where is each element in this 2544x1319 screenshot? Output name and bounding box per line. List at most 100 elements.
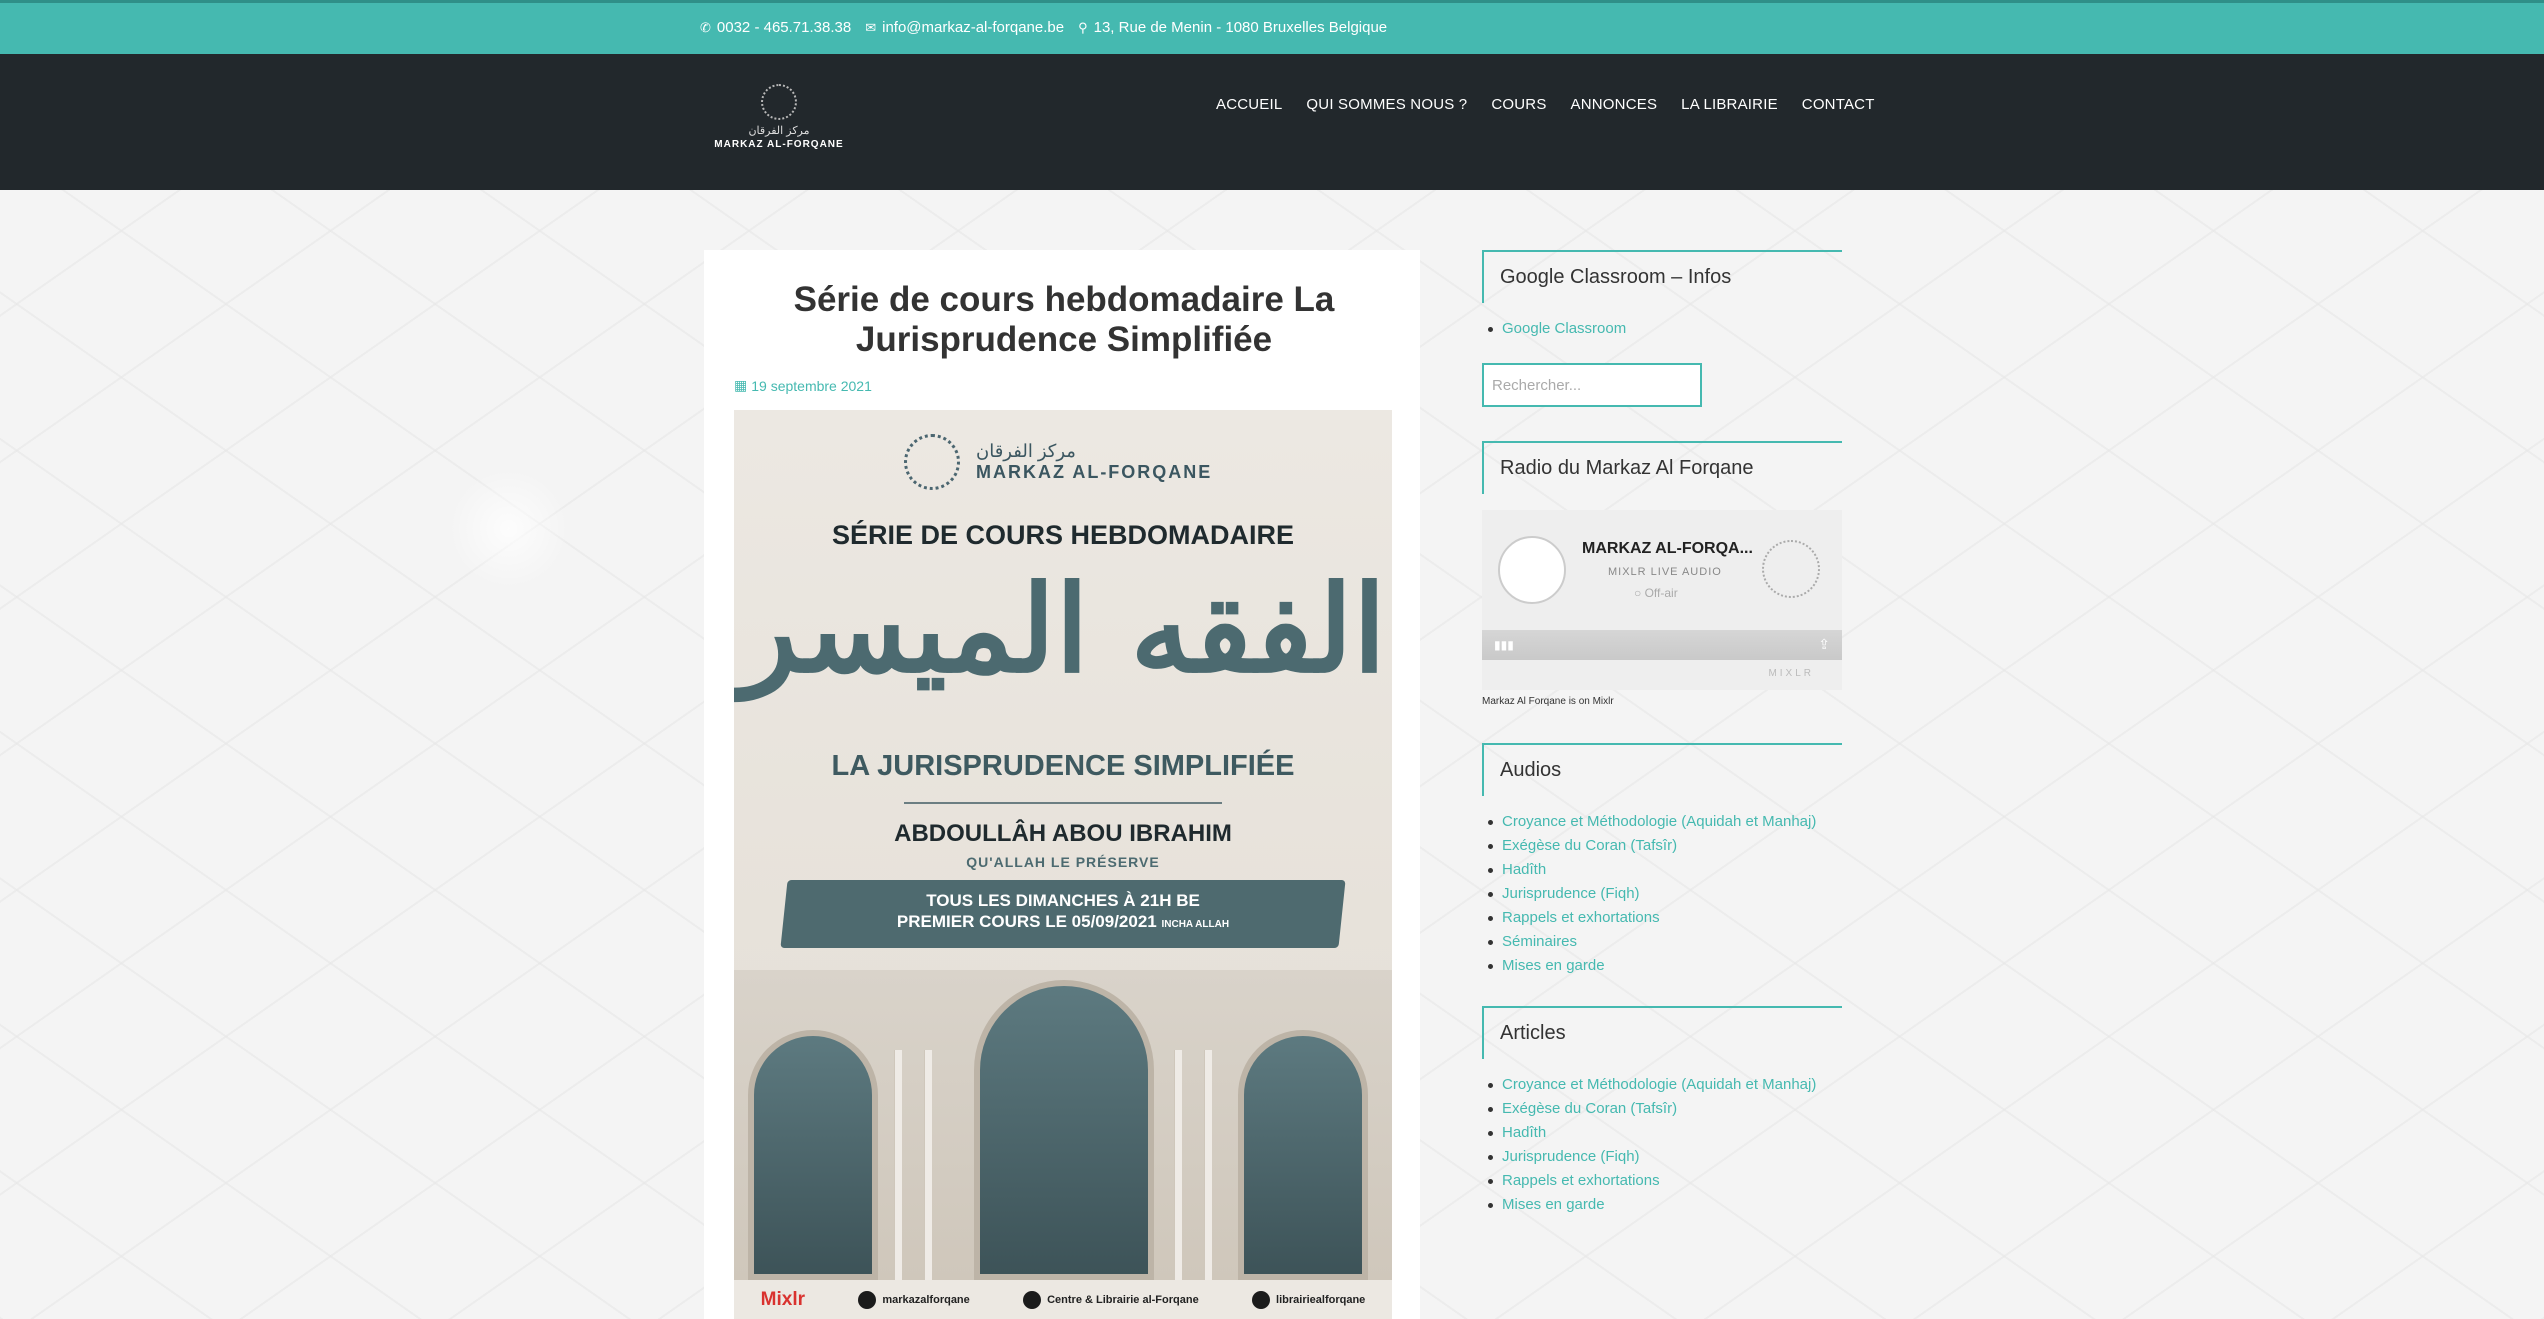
poster-schedule-line2: PREMIER COURS LE 05/09/2021 — [896, 912, 1157, 931]
site-header: مركز الفرقان MARKAZ AL-FORQANE ACCUEIL Q… — [0, 54, 2544, 190]
nav-item-contact[interactable]: CONTACT — [1802, 96, 1875, 113]
articles-item[interactable]: Mises en garde — [1488, 1193, 1842, 1217]
post-date-text: 19 septembre 2021 — [751, 377, 872, 394]
calendar-icon: ▦ — [734, 377, 748, 393]
poster-schedule-note: INCHA ALLAH — [1161, 919, 1230, 930]
main-nav: ACCUEIL QUI SOMMES NOUS ? COURS ANNONCES… — [1216, 96, 1875, 113]
poster-telegram: Centre & Librairie al-Forqane — [1023, 1290, 1199, 1309]
phone-text: 0032 - 465.71.38.38 — [716, 19, 852, 36]
articles-item[interactable]: Exégèse du Coran (Tafsîr) — [1488, 1097, 1842, 1121]
widget-search — [1482, 363, 1842, 407]
player-info: MARKAZ AL-FORQA... MIXLR LIVE AUDIO ○ Of… — [1482, 510, 1842, 630]
poster-facebook: librairiealforqane — [1252, 1290, 1366, 1309]
nav-item-cours[interactable]: COURS — [1491, 96, 1546, 113]
articles-item[interactable]: Croyance et Méthodologie (Aquidah et Man… — [1488, 1073, 1842, 1097]
poster-column — [1174, 1050, 1182, 1280]
poster-schedule-line2-wrap: PREMIER COURS LE 05/09/2021 INCHA ALLAH — [734, 911, 1392, 935]
audios-list: Croyance et Méthodologie (Aquidah et Man… — [1482, 796, 1842, 978]
player-caption[interactable]: Markaz Al Forqane is on Mixlr — [1482, 696, 1842, 707]
poster-door-center — [974, 980, 1154, 1280]
phone-contact[interactable]: ✆ 0032 - 465.71.38.38 — [700, 19, 851, 36]
poster-logo-text: مركز الفرقان MARKAZ AL-FORQANE — [976, 441, 1212, 483]
logo-arabic-text: مركز الفرقان — [748, 125, 810, 137]
envelope-icon: ✉ — [865, 19, 877, 35]
widget-title-articles: Articles — [1482, 1006, 1842, 1059]
map-marker-icon: ⚲ — [1078, 19, 1088, 35]
poster-arches-photo — [734, 970, 1392, 1280]
logo-emblem-icon — [761, 84, 797, 120]
email-contact[interactable]: ✉ info@markaz-al-forqane.be — [865, 19, 1064, 36]
poster-logo-arabic: مركز الفرقان — [976, 441, 1076, 461]
poster-divider — [904, 802, 1222, 804]
nav-item-accueil[interactable]: ACCUEIL — [1216, 96, 1282, 113]
status-circle-icon: ○ — [1634, 586, 1642, 600]
mixlr-player[interactable]: MARKAZ AL-FORQA... MIXLR LIVE AUDIO ○ Of… — [1482, 510, 1842, 690]
audios-item[interactable]: Séminaires — [1488, 930, 1842, 954]
poster-column — [894, 1050, 902, 1280]
audios-item[interactable]: Mises en garde — [1488, 954, 1842, 978]
post-article: Série de cours hebdomadaire La Jurisprud… — [704, 250, 1420, 1319]
poster-twitter-text: markazalforqane — [882, 1293, 970, 1306]
classroom-list: Google Classroom — [1482, 303, 1842, 341]
nav-item-la-librairie[interactable]: LA LIBRAIRIE — [1681, 96, 1778, 113]
sidebar: Google Classroom – Infos Google Classroo… — [1482, 250, 1842, 1217]
telegram-icon — [1023, 1290, 1042, 1309]
post-date[interactable]: ▦ 19 septembre 2021 — [734, 377, 872, 394]
widget-title-classroom: Google Classroom – Infos — [1482, 250, 1842, 303]
poster-door-right — [1238, 1030, 1368, 1280]
poster-emblem-icon — [904, 434, 960, 490]
widget-title-radio: Radio du Markaz Al Forqane — [1482, 441, 1842, 494]
widget-radio: Radio du Markaz Al Forqane MARKAZ AL-FOR… — [1482, 441, 1842, 707]
poster-schedule-line1: TOUS LES DIMANCHES À 21H BE — [926, 891, 1200, 910]
player-brand: MIXLR — [1768, 668, 1814, 679]
widget-articles: Articles Croyance et Méthodologie (Aquid… — [1482, 1006, 1842, 1217]
poster-facebook-text: librairiealforqane — [1276, 1293, 1366, 1306]
articles-item[interactable]: Rappels et exhortations — [1488, 1169, 1842, 1193]
poster-logo-name: MARKAZ AL-FORQANE — [976, 462, 1213, 482]
address-contact: ⚲ 13, Rue de Menin - 1080 Bruxelles Belg… — [1078, 19, 1387, 36]
logo-name-text: MARKAZ AL-FORQANE — [714, 139, 844, 150]
facebook-icon — [1252, 1290, 1271, 1309]
player-title: MARKAZ AL-FORQA... — [1582, 540, 1753, 557]
poster-speaker: ABDOULLÂH ABOU IBRAHIM — [894, 820, 1232, 847]
poster-subtitle: LA JURISPRUDENCE SIMPLIFIÉE — [831, 750, 1295, 782]
search-input[interactable] — [1482, 363, 1702, 407]
nav-item-annonces[interactable]: ANNONCES — [1571, 96, 1658, 113]
poster-logo: مركز الفرقان MARKAZ AL-FORQANE — [904, 434, 1212, 490]
phone-icon: ✆ — [700, 19, 711, 35]
twitter-icon — [858, 1290, 877, 1309]
poster-arabic-title: الفقه الميسر — [739, 559, 1387, 700]
nav-item-qui-sommes-nous[interactable]: QUI SOMMES NOUS ? — [1306, 96, 1467, 113]
audios-item[interactable]: Jurisprudence (Fiqh) — [1488, 882, 1842, 906]
poster-series-text: SÉRIE DE COURS HEBDOMADAIRE — [831, 520, 1295, 550]
classroom-link[interactable]: Google Classroom — [1488, 317, 1842, 341]
widget-title-audios: Audios — [1482, 743, 1842, 796]
player-subtitle: MIXLR LIVE AUDIO — [1608, 566, 1722, 578]
player-control-bar: ▮▮▮ ⇪ — [1482, 630, 1842, 660]
email-text: info@markaz-al-forqane.be — [882, 19, 1065, 36]
player-dotted-ring-icon — [1762, 540, 1820, 598]
share-icon[interactable]: ⇪ — [1818, 636, 1830, 653]
audios-item[interactable]: Croyance et Méthodologie (Aquidah et Man… — [1488, 810, 1842, 834]
audios-item[interactable]: Hadîth — [1488, 858, 1842, 882]
player-status-text: Off-air — [1644, 586, 1678, 600]
poster-schedule: TOUS LES DIMANCHES À 21H BE PREMIER COUR… — [734, 890, 1392, 935]
audios-item[interactable]: Exégèse du Coran (Tafsîr) — [1488, 834, 1842, 858]
poster-telegram-text: Centre & Librairie al-Forqane — [1047, 1293, 1199, 1306]
widget-audios: Audios Croyance et Méthodologie (Aquidah… — [1482, 743, 1842, 978]
player-avatar — [1498, 536, 1566, 604]
post-title: Série de cours hebdomadaire La Jurisprud… — [793, 280, 1335, 359]
address-text: 13, Rue de Menin - 1080 Bruxelles Belgiq… — [1093, 19, 1388, 36]
poster-door-left — [748, 1030, 878, 1280]
post-poster-image[interactable]: مركز الفرقان MARKAZ AL-FORQANE SÉRIE DE … — [734, 410, 1392, 1319]
poster-blessing: QU'ALLAH LE PRÉSERVE — [966, 854, 1160, 870]
audios-item[interactable]: Rappels et exhortations — [1488, 906, 1842, 930]
articles-item[interactable]: Jurisprudence (Fiqh) — [1488, 1145, 1842, 1169]
widget-google-classroom: Google Classroom – Infos Google Classroo… — [1482, 250, 1842, 341]
contact-info: ✆ 0032 - 465.71.38.38 ✉ info@markaz-al-f… — [700, 19, 1387, 36]
articles-list: Croyance et Méthodologie (Aquidah et Man… — [1482, 1059, 1842, 1217]
site-logo[interactable]: مركز الفرقان MARKAZ AL-FORQANE — [704, 84, 854, 164]
poster-footer: Mixlr markazalforqane Centre & Librairie… — [734, 1280, 1392, 1319]
articles-item[interactable]: Hadîth — [1488, 1121, 1842, 1145]
poster-mixlr-logo: Mixlr — [760, 1288, 806, 1310]
